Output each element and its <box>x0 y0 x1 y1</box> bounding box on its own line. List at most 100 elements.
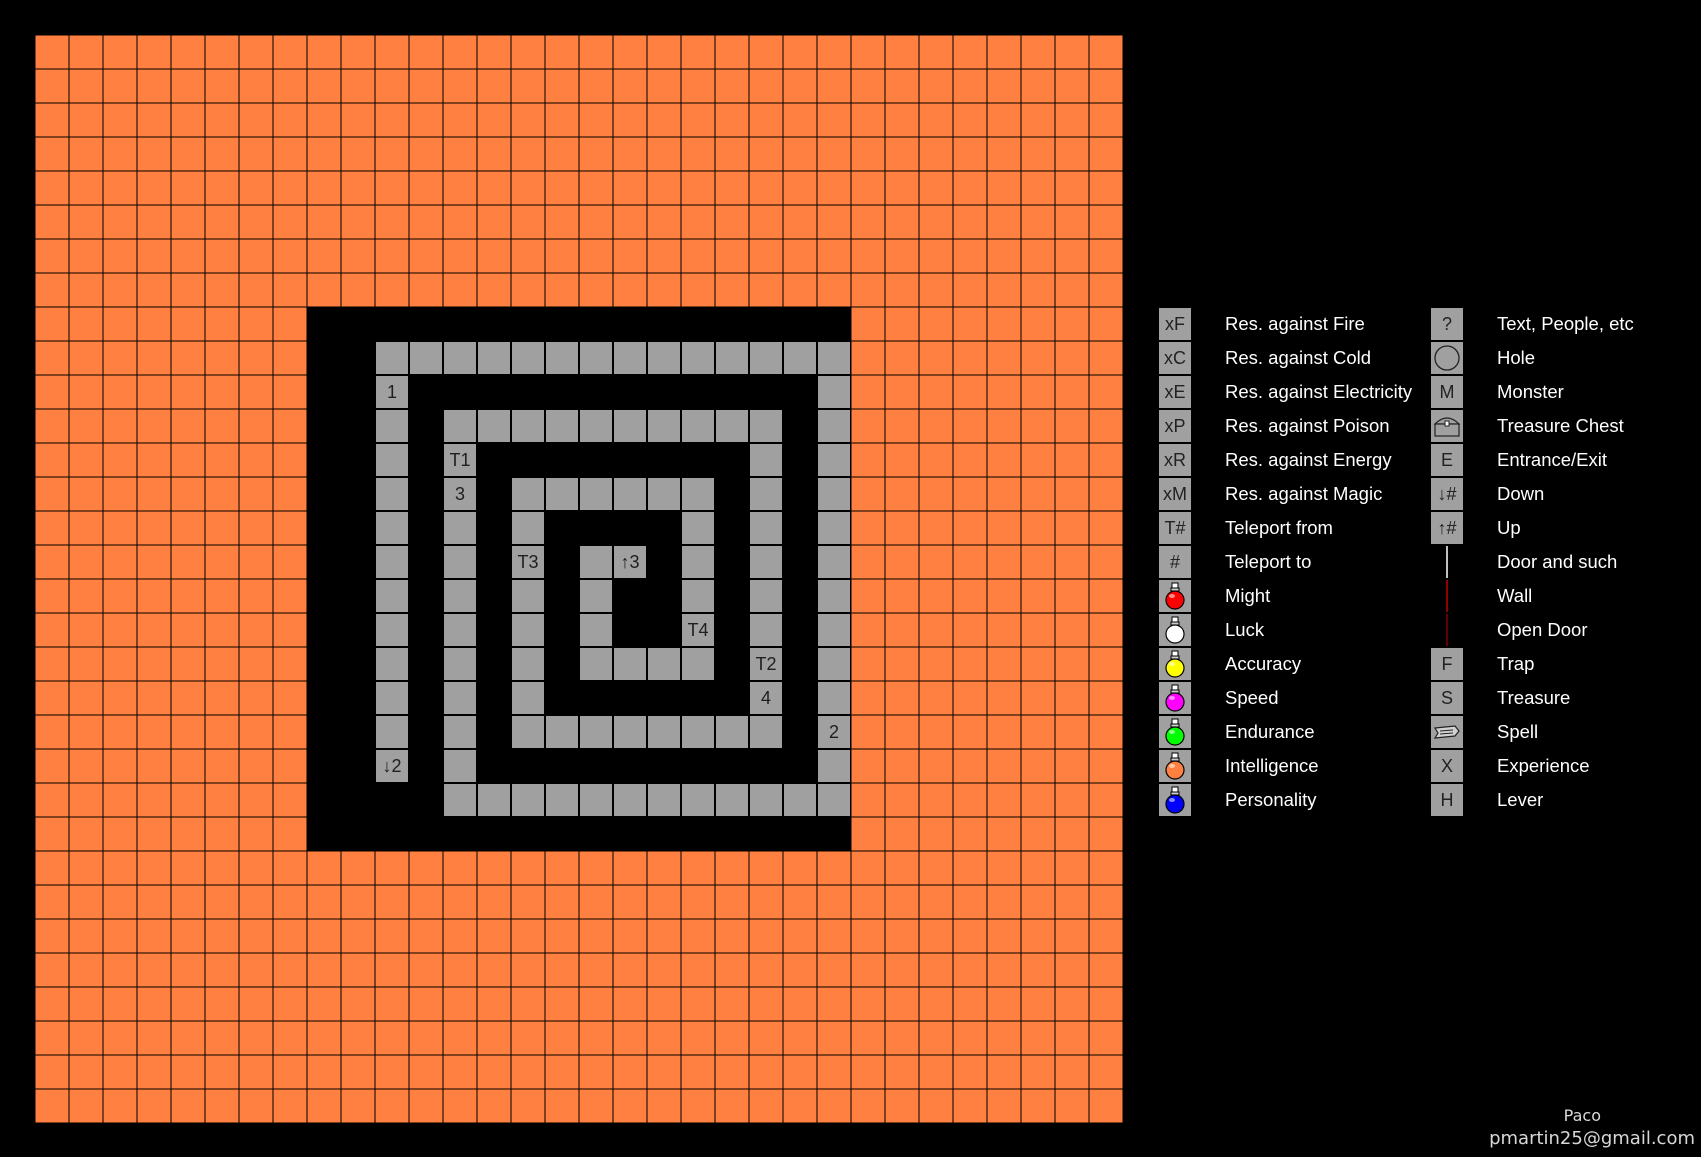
floor-cell <box>647 647 681 681</box>
floor-cell <box>443 409 477 443</box>
legend-symbol: S <box>1431 682 1463 714</box>
floor-cell <box>817 613 851 647</box>
legend-symbol: xE <box>1159 376 1191 408</box>
legend-label: Res. against Fire <box>1225 313 1365 334</box>
credit-name: Paco <box>1563 1106 1601 1125</box>
floor-cell <box>443 783 477 817</box>
legend-symbol: ? <box>1431 308 1463 340</box>
legend-symbol: X <box>1431 750 1463 782</box>
floor-cell <box>443 647 477 681</box>
cell-label: 3 <box>455 484 465 504</box>
floor-cell <box>817 511 851 545</box>
cell-label: T4 <box>687 620 708 640</box>
floor-cell <box>477 409 511 443</box>
floor-cell <box>375 715 409 749</box>
legend-label: Res. against Cold <box>1225 347 1372 368</box>
potion-icon <box>1159 614 1191 646</box>
floor-cell <box>715 715 749 749</box>
floor-cell <box>443 613 477 647</box>
floor-cell <box>749 511 783 545</box>
floor-cell <box>749 443 783 477</box>
floor-cell <box>511 613 545 647</box>
floor-cell <box>817 375 851 409</box>
floor-cell <box>749 783 783 817</box>
floor-cell <box>749 579 783 613</box>
floor-cell <box>647 341 681 375</box>
floor-cell <box>477 783 511 817</box>
floor-cell <box>443 545 477 579</box>
legend-label: Accuracy <box>1225 653 1302 674</box>
floor-cell <box>783 783 817 817</box>
floor-cell <box>443 715 477 749</box>
floor-cell <box>647 783 681 817</box>
legend-symbol: F <box>1431 648 1463 680</box>
legend-label: Entrance/Exit <box>1497 449 1608 470</box>
floor-cell <box>749 613 783 647</box>
legend-symbol: xM <box>1159 478 1191 510</box>
floor-cell <box>579 715 613 749</box>
floor-cell <box>545 477 579 511</box>
legend-label: Intelligence <box>1225 755 1319 776</box>
legend-label: Teleport to <box>1225 551 1312 572</box>
potion-icon <box>1159 648 1191 680</box>
floor-cell <box>579 477 613 511</box>
floor-cell <box>511 783 545 817</box>
floor-cell <box>375 341 409 375</box>
floor-cell <box>817 647 851 681</box>
legend-label: Teleport from <box>1225 517 1333 538</box>
legend-symbol: T# <box>1159 512 1191 544</box>
floor-cell <box>545 715 579 749</box>
floor-cell <box>511 579 545 613</box>
legend-label: Res. against Energy <box>1225 449 1392 470</box>
cell-label: T2 <box>755 654 776 674</box>
floor-cell <box>681 409 715 443</box>
legend-label: Personality <box>1225 789 1317 810</box>
legend-label: Lever <box>1497 789 1544 810</box>
cell-label: T1 <box>449 450 470 470</box>
floor-cell <box>443 579 477 613</box>
floor-cell <box>613 477 647 511</box>
floor-cell <box>749 477 783 511</box>
floor-cell <box>817 681 851 715</box>
legend-label: Res. against Magic <box>1225 483 1383 504</box>
floor-cell <box>817 749 851 783</box>
floor-cell <box>443 681 477 715</box>
floor-cell <box>375 579 409 613</box>
floor-cell <box>613 409 647 443</box>
legend-label: Door and such <box>1497 551 1618 572</box>
floor-cell <box>817 341 851 375</box>
floor-cell <box>647 477 681 511</box>
floor-cell <box>511 681 545 715</box>
floor-cell <box>817 443 851 477</box>
legend-symbol: xF <box>1159 308 1191 340</box>
floor-cell <box>749 341 783 375</box>
potion-icon <box>1159 750 1191 782</box>
floor-cell <box>511 409 545 443</box>
potion-icon <box>1159 716 1191 748</box>
legend-symbol: xP <box>1159 410 1191 442</box>
floor-cell <box>715 409 749 443</box>
cell-label: 4 <box>761 688 771 708</box>
floor-cell <box>817 409 851 443</box>
floor-cell <box>545 783 579 817</box>
floor-cell <box>511 647 545 681</box>
floor-cell <box>647 715 681 749</box>
legend-label: Speed <box>1225 687 1279 708</box>
legend-label: Res. against Electricity <box>1225 381 1413 402</box>
legend-symbol: M <box>1431 376 1463 408</box>
floor-cell <box>579 647 613 681</box>
floor-cell <box>715 341 749 375</box>
legend-label: Luck <box>1225 619 1265 640</box>
legend-symbol: E <box>1431 444 1463 476</box>
floor-cell <box>749 715 783 749</box>
floor-cell <box>545 409 579 443</box>
legend-label: Monster <box>1497 381 1564 402</box>
cell-label: T3 <box>517 552 538 572</box>
floor-cell <box>409 341 443 375</box>
floor-cell <box>715 783 749 817</box>
floor-cell <box>681 477 715 511</box>
floor-cell <box>681 783 715 817</box>
floor-cell <box>579 545 613 579</box>
floor-cell <box>579 579 613 613</box>
floor-cell <box>817 579 851 613</box>
